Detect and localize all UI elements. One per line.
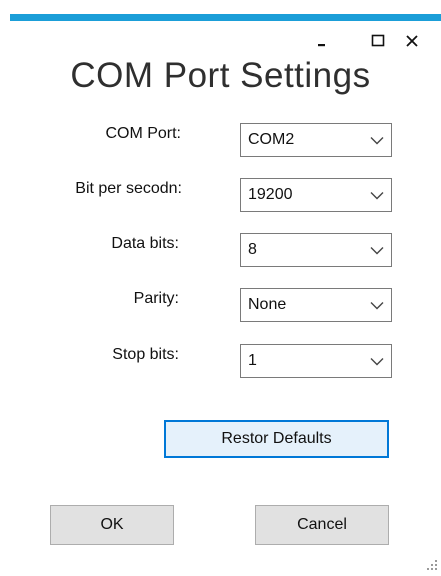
page-title: COM Port Settings [70, 56, 371, 95]
resize-grip-icon[interactable] [424, 558, 438, 572]
chevron-down-icon [363, 136, 391, 145]
data-bits-select[interactable]: 8 [240, 233, 392, 267]
data-bits-value: 8 [248, 241, 257, 258]
com-port-select[interactable]: COM2 [240, 123, 392, 157]
stop-bits-value: 1 [248, 352, 257, 369]
close-icon [406, 35, 418, 47]
stop-bits-select[interactable]: 1 [240, 344, 392, 378]
baud-rate-select[interactable]: 19200 [240, 178, 392, 212]
maximize-icon [371, 34, 385, 47]
com-port-settings-window: COM Port Settings COM Port: COM2 Bit per… [0, 0, 441, 576]
chevron-down-icon [363, 301, 391, 310]
restore-defaults-button[interactable]: Restor Defaults [164, 420, 389, 458]
com-port-value: COM2 [248, 131, 295, 148]
com-port-label: COM Port: [105, 125, 181, 142]
baud-rate-value: 19200 [248, 186, 293, 203]
stop-bits-label: Stop bits: [112, 346, 179, 363]
minimize-icon [318, 44, 325, 47]
title-bar-accent [10, 14, 441, 21]
parity-select[interactable]: None [240, 288, 392, 322]
chevron-down-icon [363, 246, 391, 255]
parity-label: Parity: [133, 290, 179, 307]
close-button[interactable] [398, 28, 426, 54]
baud-rate-label: Bit per secodn: [75, 180, 182, 197]
parity-value: None [248, 296, 287, 313]
cancel-button[interactable]: Cancel [255, 505, 389, 545]
chevron-down-icon [363, 191, 391, 200]
minimize-button[interactable] [308, 28, 336, 54]
ok-button[interactable]: OK [50, 505, 174, 545]
data-bits-label: Data bits: [111, 235, 179, 252]
maximize-button[interactable] [364, 28, 392, 54]
chevron-down-icon [363, 357, 391, 366]
